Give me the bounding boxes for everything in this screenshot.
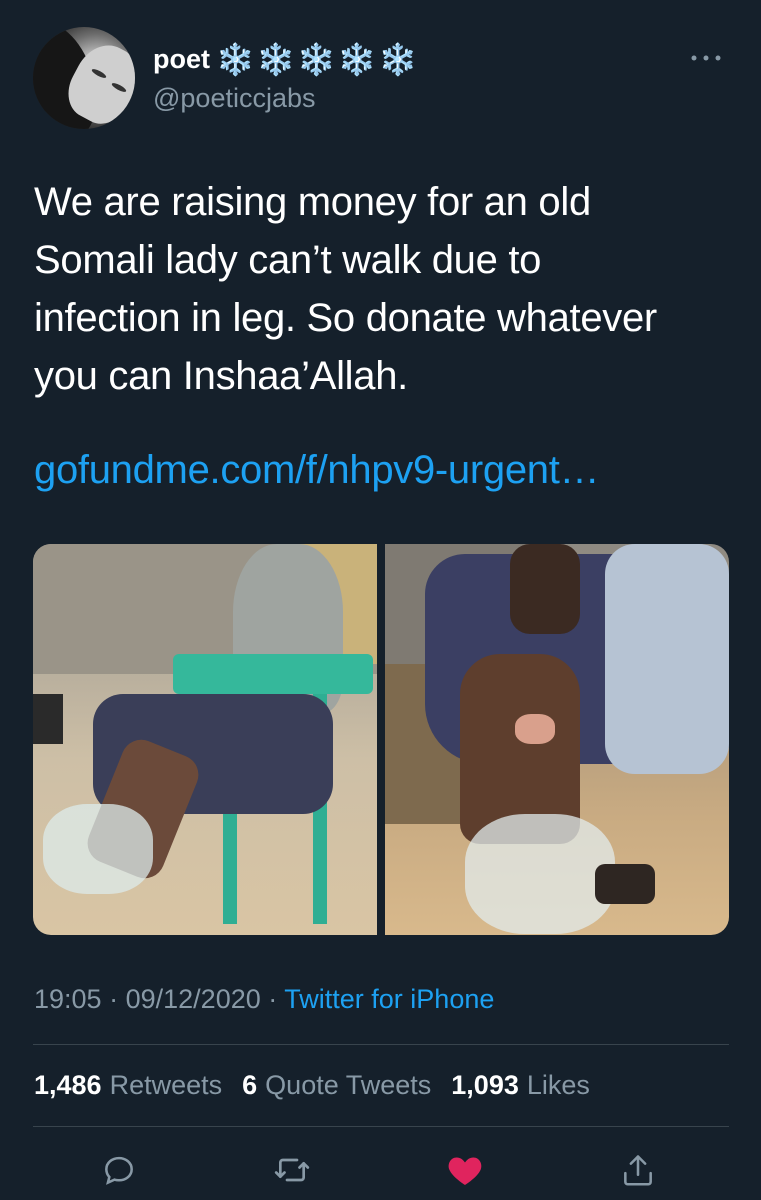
snowflake-icon: ❄️	[337, 42, 377, 77]
quote-tweets-count: 6	[242, 1070, 258, 1100]
photo-chair-back	[173, 654, 373, 694]
reply-icon[interactable]	[97, 1148, 141, 1192]
photo-hand	[510, 544, 580, 634]
divider	[33, 1044, 729, 1045]
photo-plastic-wrap	[43, 804, 153, 894]
photo-wound	[515, 714, 555, 744]
photo-sandal	[595, 864, 655, 904]
retweets-count: 1,486	[34, 1070, 102, 1100]
share-icon[interactable]	[616, 1148, 660, 1192]
gofundme-link[interactable]: gofundme.com/f/nhpv9-urgent…	[34, 448, 600, 493]
snowflake-icon: ❄️	[378, 42, 418, 77]
quote-tweets-label: Quote Tweets	[265, 1070, 432, 1100]
meta-separator: ·	[109, 984, 119, 1014]
snowflake-icon: ❄️	[256, 42, 296, 77]
user-handle[interactable]: @poeticcjabs	[153, 83, 316, 114]
tweet-time: 19:05	[34, 984, 102, 1014]
tweet-source[interactable]: Twitter for iPhone	[284, 984, 494, 1014]
retweet-icon[interactable]	[270, 1148, 314, 1192]
display-name[interactable]: poet	[153, 44, 210, 75]
likes-count: 1,093	[451, 1070, 519, 1100]
photo-headscarf	[605, 544, 729, 774]
tweet-date: 09/12/2020	[125, 984, 261, 1014]
snowflake-icon: ❄️	[297, 42, 336, 77]
quote-tweets-stat[interactable]: 6 Quote Tweets	[242, 1070, 431, 1101]
tweet-stats: 1,486 Retweets 6 Quote Tweets 1,093 Like…	[34, 1070, 602, 1101]
snowflake-emojis: ❄️ ❄️ ❄️ ❄️ ❄️	[216, 44, 417, 75]
likes-stat[interactable]: 1,093 Likes	[451, 1070, 590, 1101]
tweet-photo-1[interactable]	[33, 544, 377, 935]
snowflake-icon: ❄️	[216, 42, 255, 77]
tweet-text: We are raising money for an old Somali l…	[34, 180, 657, 398]
likes-label: Likes	[526, 1070, 590, 1100]
tweet-photo-2[interactable]	[385, 544, 729, 935]
divider	[33, 1126, 729, 1127]
more-options-icon[interactable]	[690, 42, 722, 70]
name-row[interactable]: poet ❄️ ❄️ ❄️ ❄️ ❄️	[153, 44, 417, 75]
avatar[interactable]	[33, 27, 135, 129]
meta-separator: ·	[268, 984, 278, 1014]
tweet-meta: 19:05 · 09/12/2020 · Twitter for iPhone	[34, 984, 494, 1015]
retweets-label: Retweets	[109, 1070, 223, 1100]
retweets-stat[interactable]: 1,486 Retweets	[34, 1070, 222, 1101]
photo-bucket	[33, 694, 63, 744]
heart-icon[interactable]	[443, 1148, 487, 1192]
photo-plastic-wrap	[465, 814, 615, 934]
